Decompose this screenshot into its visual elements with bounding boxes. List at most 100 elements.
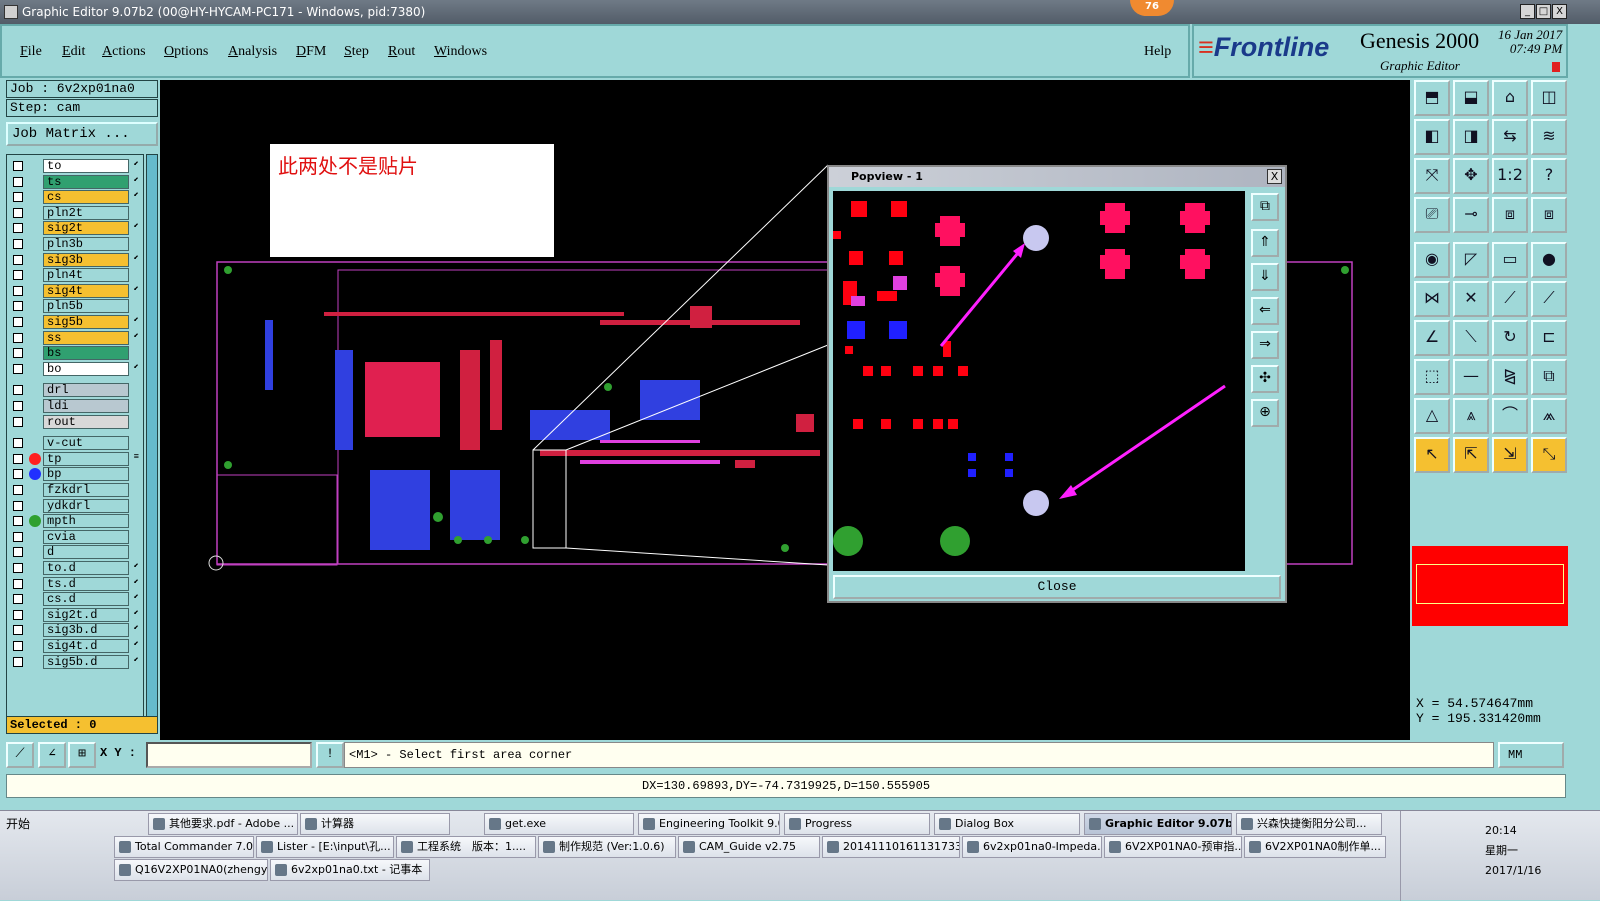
- layer-name[interactable]: to.d: [43, 561, 129, 575]
- taskbar-button[interactable]: 6V2XP01NA0-预审指...: [1104, 836, 1242, 858]
- move-left-icon[interactable]: ◧: [1414, 119, 1450, 155]
- help-icon[interactable]: ?: [1531, 158, 1567, 194]
- layer-row[interactable]: sig3b ⬋: [9, 252, 143, 267]
- layers-red-icon[interactable]: ⧈: [1492, 197, 1528, 233]
- layer-name[interactable]: rout: [43, 414, 129, 429]
- popview-fit-icon[interactable]: ✣: [1251, 365, 1279, 393]
- taskbar-button[interactable]: 6v2xp01na0.txt - 记事本: [270, 859, 430, 881]
- layer-row[interactable]: cs.d ⬋: [9, 592, 143, 607]
- layer-checkbox[interactable]: [13, 223, 23, 234]
- popview-pan-down-icon[interactable]: ⇓: [1251, 263, 1279, 291]
- layer-checkbox[interactable]: [13, 531, 23, 542]
- layer-row[interactable]: sig2t.d ⬋: [9, 607, 143, 622]
- taskbar-button[interactable]: 计算器: [300, 813, 450, 835]
- layer-row[interactable]: mpth: [9, 514, 143, 529]
- layer-name[interactable]: sig2t: [43, 221, 129, 236]
- popview-pan-left-icon[interactable]: ⇐: [1251, 297, 1279, 325]
- layer-checkbox[interactable]: [13, 301, 23, 312]
- layer-name[interactable]: sig4t: [43, 283, 129, 298]
- arc-icon[interactable]: ⌒: [1492, 398, 1528, 434]
- menu-analysis[interactable]: Analysis: [228, 44, 277, 60]
- layer-name[interactable]: sig2t.d: [43, 607, 129, 622]
- layer-checkbox[interactable]: [13, 485, 23, 495]
- layer-row[interactable]: drl: [9, 383, 143, 398]
- flip-icon[interactable]: ⇆: [1492, 119, 1528, 155]
- taskbar-button[interactable]: Graphic Editor 9.07b...: [1084, 813, 1232, 835]
- layer-name[interactable]: d: [43, 545, 129, 560]
- units-select[interactable]: MM: [1498, 742, 1564, 768]
- taskbar-button[interactable]: 工程系统 版本：1....: [396, 836, 536, 858]
- menu-edit[interactable]: Edit: [62, 44, 85, 60]
- overview-map[interactable]: [1412, 546, 1568, 626]
- layer-name[interactable]: ydkdrl: [43, 498, 129, 513]
- grid-icon[interactable]: ⊞: [68, 742, 96, 768]
- layer-name[interactable]: bp: [43, 467, 129, 482]
- menu-dfm[interactable]: DFM: [296, 44, 326, 60]
- layer-name[interactable]: sig3b: [43, 252, 129, 267]
- layer-name[interactable]: bo: [43, 361, 129, 376]
- menu-options[interactable]: Options: [164, 44, 208, 60]
- move-icon[interactable]: ⤡: [1531, 437, 1567, 473]
- menu-help[interactable]: Help: [1144, 44, 1171, 60]
- layer-row[interactable]: cs ⬋: [9, 190, 143, 205]
- palette-icon[interactable]: ⎚: [1414, 197, 1450, 233]
- layer-row[interactable]: sig4t.d ⬋: [9, 639, 143, 653]
- layer-row[interactable]: bs: [9, 346, 143, 361]
- window-icon[interactable]: ◫: [1531, 80, 1567, 116]
- clock[interactable]: 20:14 星期一 2017/1/16: [1485, 821, 1541, 881]
- move-right-icon[interactable]: ◨: [1453, 119, 1489, 155]
- layer-name[interactable]: sig3b.d: [43, 623, 129, 638]
- mirror-icon[interactable]: ⧎: [1492, 359, 1528, 395]
- layer-row[interactable]: ts.d ⬋: [9, 576, 143, 591]
- layer-row[interactable]: cvia: [9, 529, 143, 544]
- connect-icon[interactable]: ⋈: [1414, 281, 1450, 317]
- layer-name[interactable]: sig5b.d: [43, 654, 129, 669]
- layer-row[interactable]: bo ⬋: [9, 361, 143, 376]
- layer-checkbox[interactable]: [13, 641, 23, 651]
- popview-pan-right-icon[interactable]: ⇒: [1251, 331, 1279, 359]
- menu-step[interactable]: Step: [344, 44, 369, 60]
- layer-row[interactable]: ts ⬋: [9, 174, 143, 189]
- start-button[interactable]: 开始: [2, 813, 60, 835]
- layer-name[interactable]: ts.d: [43, 576, 129, 591]
- layer-checkbox[interactable]: [13, 453, 23, 464]
- layer-name[interactable]: pln5b: [43, 299, 129, 314]
- layer-checkbox[interactable]: [13, 317, 23, 327]
- layer-checkbox[interactable]: [13, 578, 23, 589]
- layer-checkbox[interactable]: [13, 270, 23, 281]
- layer-checkbox[interactable]: [13, 416, 23, 427]
- menu-file[interactable]: File: [20, 44, 42, 60]
- top-view-icon[interactable]: ⬒: [1414, 80, 1450, 116]
- layer-checkbox[interactable]: [13, 239, 23, 249]
- scale-icon[interactable]: 1:2: [1492, 158, 1528, 194]
- layer-checkbox[interactable]: [13, 438, 23, 449]
- bottom-view-icon[interactable]: ⬓: [1453, 80, 1489, 116]
- taskbar-button[interactable]: Q16V2XP01NA0(zhengyl...: [114, 859, 268, 881]
- home-icon[interactable]: ⌂: [1492, 80, 1528, 116]
- triangle-icon[interactable]: △: [1414, 398, 1450, 434]
- popview-canvas[interactable]: [833, 191, 1245, 571]
- layer-row[interactable]: rout: [9, 414, 143, 429]
- layer-row[interactable]: v-cut: [9, 436, 143, 451]
- polygon-icon[interactable]: ⩕: [1531, 398, 1567, 434]
- menu-actions[interactable]: Actions: [102, 44, 146, 60]
- shape-icon[interactable]: ⬚: [1414, 359, 1450, 395]
- popview-center-icon[interactable]: ⊕: [1251, 399, 1279, 427]
- layer-row[interactable]: sig4t ⬋: [9, 283, 143, 298]
- draw-icon[interactable]: ◸: [1453, 242, 1489, 278]
- layer-row[interactable]: tp ≡: [9, 451, 143, 466]
- layer-name[interactable]: cs: [43, 190, 129, 205]
- layer-checkbox[interactable]: [13, 469, 23, 480]
- taskbar-button[interactable]: Engineering Toolkit 9.0...: [638, 813, 780, 835]
- taskbar-button[interactable]: Dialog Box: [934, 813, 1080, 835]
- taskbar-button[interactable]: 6v2xp01na0-Impeda...: [962, 836, 1102, 858]
- layer-name[interactable]: sig4t.d: [43, 639, 129, 653]
- taskbar-button[interactable]: CAM_Guide v2.75: [678, 836, 820, 858]
- maximize-button[interactable]: □: [1536, 4, 1551, 19]
- angle-icon[interactable]: ∠: [1414, 320, 1450, 356]
- cross-icon[interactable]: ✕: [1453, 281, 1489, 317]
- layer-checkbox[interactable]: [13, 363, 23, 374]
- layer-row[interactable]: bp: [9, 467, 143, 482]
- taskbar-button[interactable]: 6V2XP01NA0制作单...: [1244, 836, 1386, 858]
- popview-close-icon[interactable]: X: [1267, 169, 1282, 184]
